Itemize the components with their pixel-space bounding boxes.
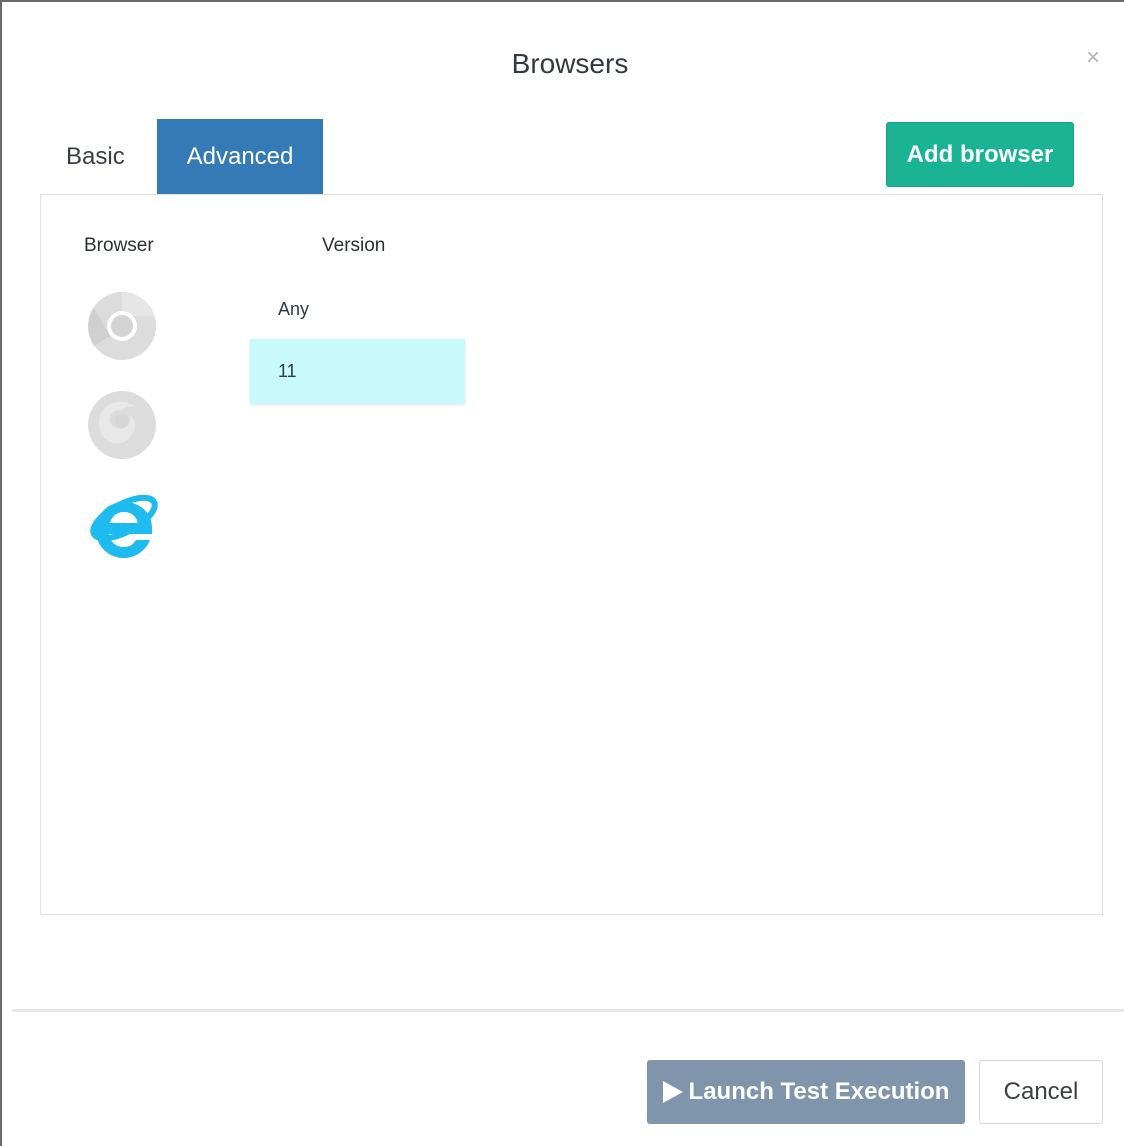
internet-explorer-icon[interactable] [86, 488, 158, 560]
cancel-button[interactable]: Cancel [979, 1060, 1103, 1124]
dialog-title: Browsers [511, 48, 629, 79]
browser-column-header: Browser [84, 235, 154, 256]
browsers-dialog: Browsers × Basic Advanced Add browser Br… [0, 0, 1124, 1146]
chrome-icon[interactable] [86, 290, 158, 362]
add-browser-button[interactable]: Add browser [886, 122, 1074, 187]
tab-basic[interactable]: Basic [42, 119, 152, 195]
version-option-11[interactable]: 11 [250, 339, 465, 404]
browser-version-panel [40, 194, 1103, 915]
play-icon [662, 1081, 683, 1103]
firefox-icon[interactable] [86, 389, 158, 461]
version-option-any[interactable]: Any [250, 277, 465, 342]
launch-button-label: Launch Test Execution [688, 1078, 950, 1105]
close-icon[interactable]: × [1081, 44, 1105, 72]
launch-test-execution-button[interactable]: Launch Test Execution [647, 1060, 965, 1124]
footer-divider [12, 1009, 1124, 1012]
tab-advanced[interactable]: Advanced [157, 119, 323, 195]
version-column-header: Version [322, 235, 386, 256]
